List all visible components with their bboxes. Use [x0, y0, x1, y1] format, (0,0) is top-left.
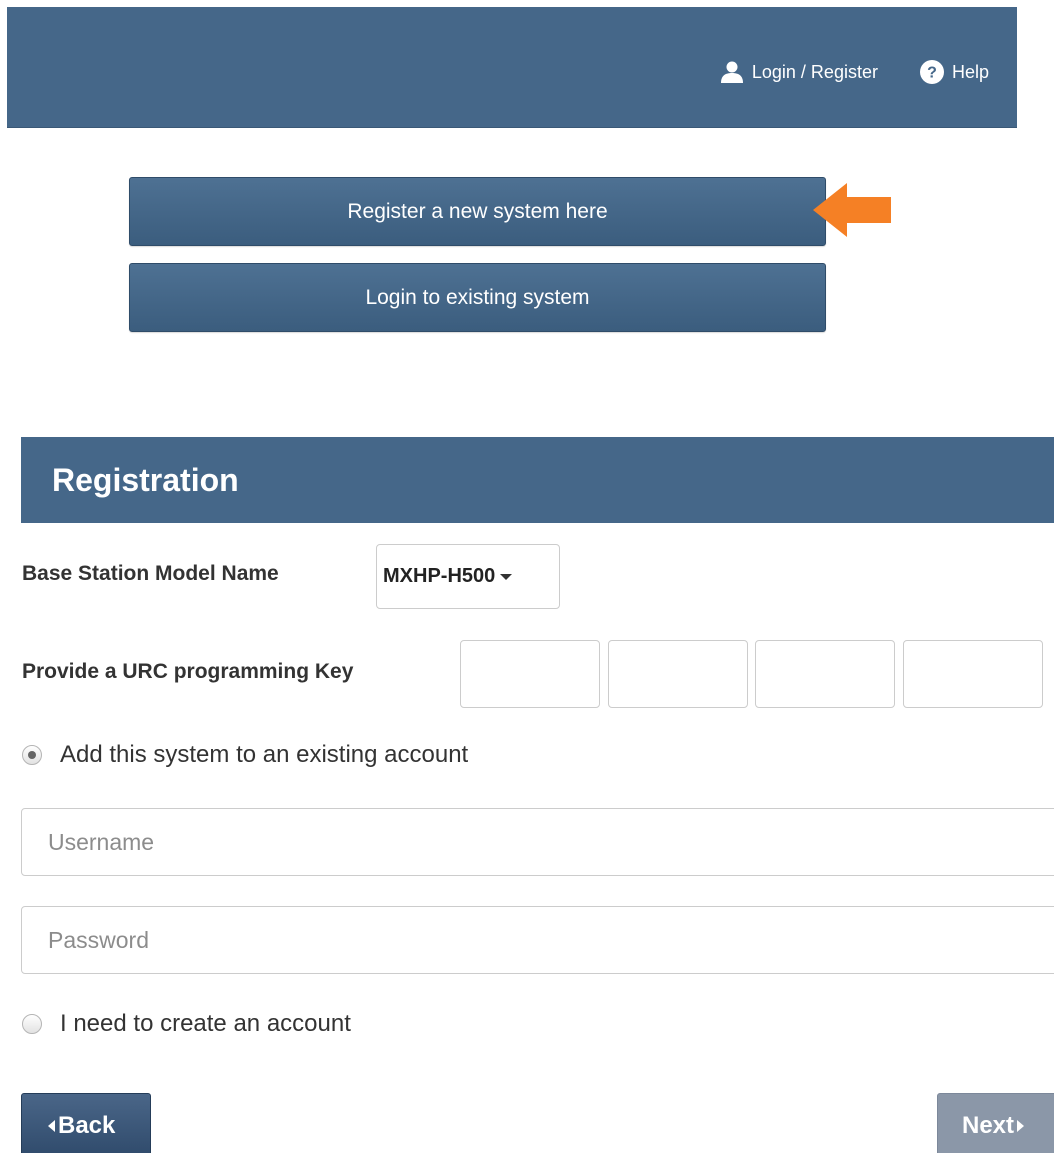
help-link[interactable]: ? Help	[919, 60, 989, 84]
next-button[interactable]: Next	[937, 1093, 1054, 1153]
model-name-label: Base Station Model Name	[22, 562, 279, 585]
login-existing-system-button[interactable]: Login to existing system	[129, 263, 826, 332]
caret-left-icon	[48, 1120, 55, 1132]
existing-account-label: Add this system to an existing account	[60, 741, 469, 768]
existing-account-option[interactable]: Add this system to an existing account	[22, 741, 468, 769]
registration-title: Registration	[52, 461, 239, 498]
password-input[interactable]	[21, 906, 1054, 974]
login-register-label: Login / Register	[751, 61, 878, 82]
create-account-option[interactable]: I need to create an account	[22, 1010, 351, 1038]
create-account-radio[interactable]	[22, 1014, 42, 1034]
programming-key-field-2[interactable]	[608, 640, 748, 708]
user-icon	[720, 61, 744, 83]
model-name-value: MXHP-H500	[383, 565, 496, 587]
question-circle-icon: ?	[919, 60, 944, 84]
top-nav: Login / Register ? Help	[720, 60, 989, 84]
back-button[interactable]: Back	[21, 1093, 151, 1153]
help-label: Help	[951, 61, 989, 82]
login-register-link[interactable]: Login / Register	[720, 61, 878, 83]
username-input[interactable]	[21, 808, 1054, 876]
existing-account-radio[interactable]	[22, 745, 42, 765]
arrow-left-icon	[813, 183, 891, 237]
create-account-label: I need to create an account	[60, 1010, 351, 1037]
svg-text:?: ?	[927, 65, 937, 82]
register-new-system-button[interactable]: Register a new system here	[129, 177, 826, 246]
back-label: Back	[58, 1112, 116, 1139]
programming-key-field-1[interactable]	[460, 640, 600, 708]
next-label: Next	[962, 1112, 1015, 1139]
top-header: Login / Register ? Help	[7, 7, 1017, 128]
registration-header: Registration	[21, 437, 1054, 523]
caret-down-icon	[500, 573, 513, 580]
caret-right-icon	[1017, 1120, 1025, 1132]
programming-key-label: Provide a URC programming Key	[22, 660, 354, 683]
model-name-dropdown[interactable]: MXHP-H500	[376, 544, 560, 609]
programming-key-field-3[interactable]	[755, 640, 895, 708]
programming-key-field-4[interactable]	[903, 640, 1043, 708]
